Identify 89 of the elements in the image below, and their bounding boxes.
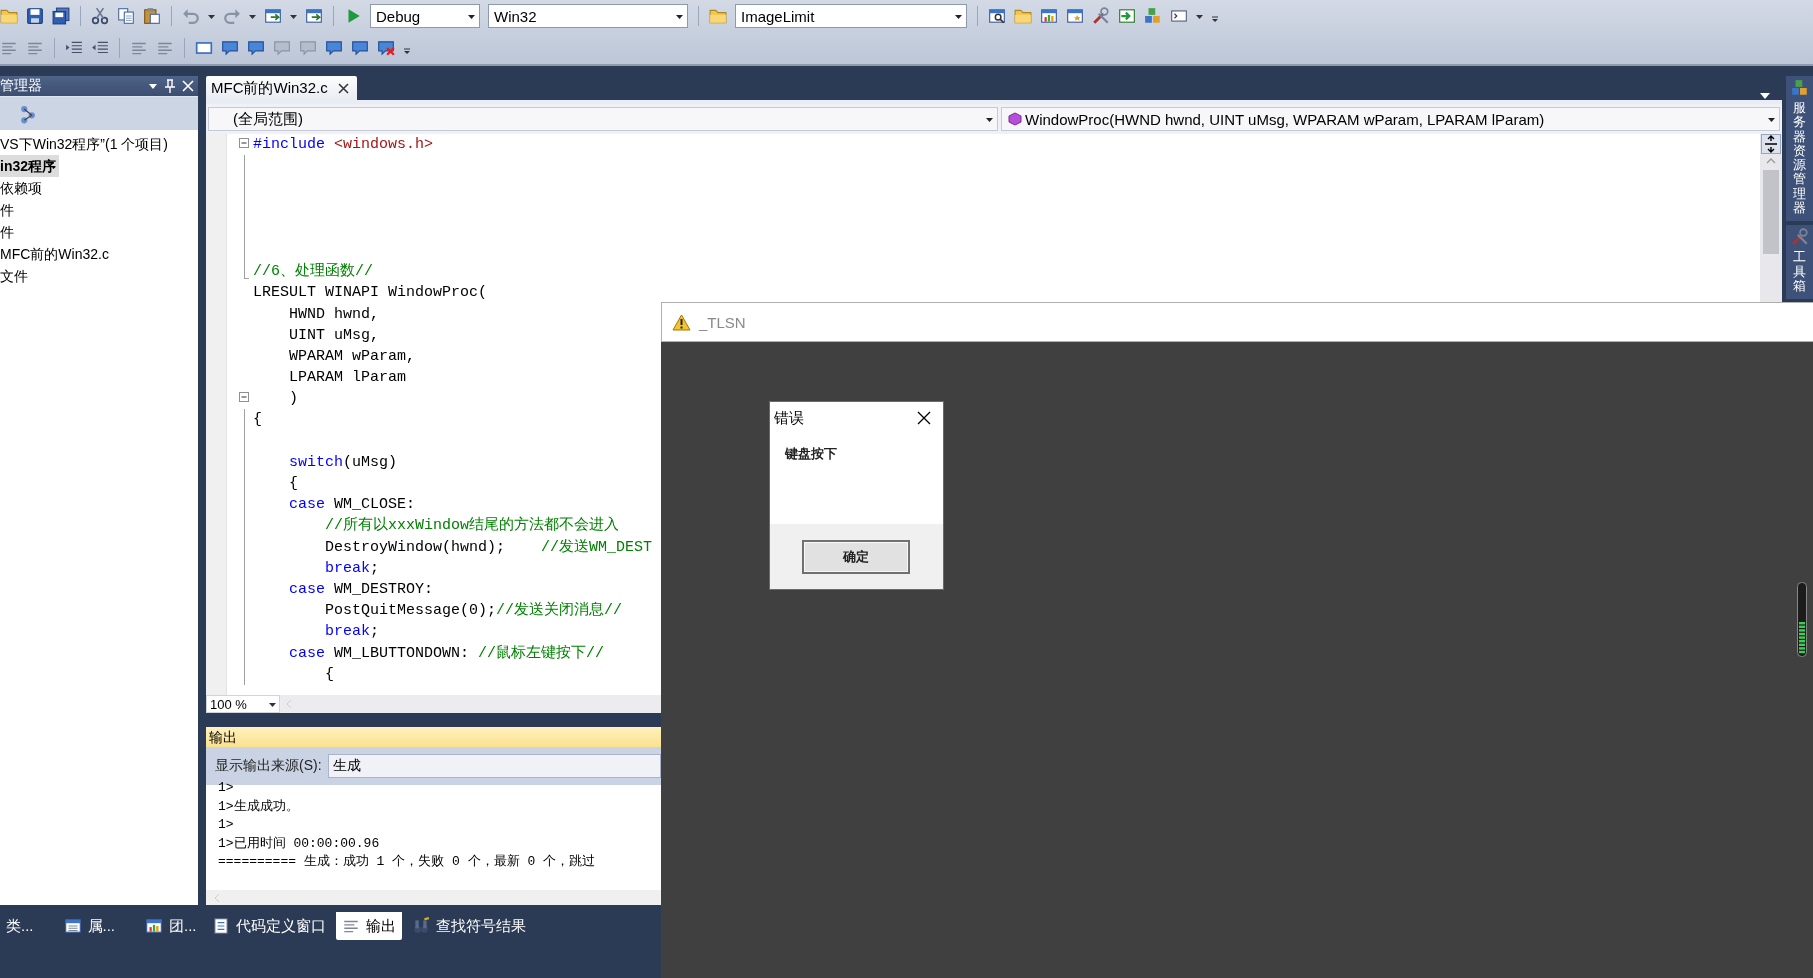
speech-bubble-icon[interactable] xyxy=(247,39,265,57)
tree-item[interactable]: VS下Win32程序”(1 个项目) xyxy=(0,133,172,155)
panel-tab[interactable]: 团... xyxy=(139,912,203,940)
blocks-icon[interactable] xyxy=(1144,7,1162,25)
copy-icon[interactable] xyxy=(117,7,135,25)
method-icon xyxy=(1008,112,1022,126)
panel-tab[interactable]: 类... xyxy=(0,912,40,940)
collapse-icon[interactable] xyxy=(239,392,249,403)
code-line: case WM_LBUTTONDOWN: //鼠标左键按下// xyxy=(288,643,605,664)
magnifier-icon[interactable] xyxy=(988,7,1006,25)
close-icon[interactable] xyxy=(337,82,349,94)
blocks-icon[interactable] xyxy=(1790,79,1809,97)
dialog-title: 错误 xyxy=(774,408,804,428)
grid-window-icon[interactable] xyxy=(63,917,82,935)
level-meter-icon xyxy=(1797,582,1807,657)
cut-icon[interactable] xyxy=(91,7,109,25)
panel-tab[interactable]: 查找符号结果 xyxy=(406,912,532,940)
output-line: ========== 生成：成功 1 个，失败 0 个，最新 0 个，跳过 xyxy=(218,853,596,871)
source-dropdown[interactable]: 生成 xyxy=(327,754,661,778)
panel-title: 输出 xyxy=(209,728,237,747)
speech-bubble-icon[interactable] xyxy=(351,39,369,57)
code-line: case WM_DESTROY: xyxy=(288,579,434,600)
tree-item[interactable]: 文件 xyxy=(0,265,31,287)
scope-dropdown[interactable]: (全局范围) xyxy=(208,107,998,131)
code-line: HWND hwnd, xyxy=(288,304,380,325)
network-icon[interactable] xyxy=(18,103,38,124)
panel-tab[interactable]: 属... xyxy=(57,912,122,940)
ok-button[interactable]: 确定 xyxy=(801,539,910,574)
side-tab[interactable]: 工具箱 xyxy=(1786,225,1813,300)
binoculars-icon[interactable] xyxy=(412,917,430,935)
output-line: 1> xyxy=(218,779,234,797)
code-line: UINT uMsg, xyxy=(288,325,380,346)
code-line: LPARAM lParam xyxy=(288,368,407,389)
code-line: { xyxy=(288,474,298,494)
configuration-dropdown[interactable]: Debug xyxy=(370,4,480,28)
output-line: 1>生成成功。 xyxy=(218,797,299,816)
save-icon[interactable] xyxy=(26,7,44,25)
window-title: _TLSN xyxy=(699,313,746,331)
code-line: DestroyWindow(hwnd); //发送WM_DEST xyxy=(324,537,653,558)
code-line: switch(uMsg) xyxy=(288,452,398,473)
code-line: //6、处理函数// xyxy=(253,261,373,283)
code-line: case WM_CLOSE: xyxy=(288,495,416,516)
tree-item[interactable]: 件 xyxy=(0,221,17,243)
panel-tab[interactable]: 代码定义窗口 xyxy=(206,912,332,940)
paste-icon[interactable] xyxy=(143,7,161,25)
tree-item[interactable]: 件 xyxy=(0,199,17,221)
code-line: { xyxy=(253,410,262,431)
warning-icon xyxy=(672,313,691,331)
splitter-icon[interactable] xyxy=(1761,134,1781,154)
code-line: PostQuitMessage(0);//发送关闭消息// xyxy=(324,600,623,622)
output-line: 1> xyxy=(218,816,234,834)
code-line: break; xyxy=(324,558,380,579)
frame-icon[interactable] xyxy=(195,39,213,57)
code-line: LRESULT WINAPI WindowProc( xyxy=(253,283,488,304)
pin-icon[interactable] xyxy=(164,79,176,93)
close-icon[interactable] xyxy=(917,411,931,425)
code-line: break; xyxy=(324,622,380,643)
code-line: //所有以xxxWindow结尾的方法都不会进入 xyxy=(324,515,620,537)
platform-dropdown[interactable]: Win32 xyxy=(488,4,688,28)
tree-item[interactable]: in32程序 xyxy=(0,155,59,177)
dialog-message: 键盘按下 xyxy=(785,446,837,461)
save-all-icon[interactable] xyxy=(52,7,70,25)
zoom-dropdown[interactable]: 100 % xyxy=(206,695,280,713)
document-icon[interactable] xyxy=(212,917,230,935)
tree-item[interactable]: MFC前的Win32.c xyxy=(0,243,112,265)
speech-bubble-icon[interactable] xyxy=(377,39,395,57)
console-icon[interactable] xyxy=(1170,7,1188,25)
code-line: { xyxy=(324,664,334,685)
member-dropdown[interactable]: WindowProc(HWND hwnd, UINT uMsg, WPARAM wParam, LPARAM lParam) xyxy=(1001,107,1780,131)
tools-icon[interactable] xyxy=(1092,7,1110,25)
source-label: 显示输出来源(S): xyxy=(215,757,322,775)
speech-bubble-icon[interactable] xyxy=(325,39,343,57)
panel-tab[interactable]: 输出 xyxy=(336,912,402,940)
tree-item[interactable]: 依赖项 xyxy=(0,177,45,199)
code-line: WPARAM wParam, xyxy=(288,346,416,367)
output-line: 1>已用时间 00:00:00.96 xyxy=(218,834,380,853)
startup-item-dropdown[interactable]: ImageLimit xyxy=(735,4,967,28)
collapse-icon[interactable] xyxy=(239,138,249,148)
dropdown-icon[interactable] xyxy=(148,81,158,91)
document-tab[interactable]: MFC前的Win32.c xyxy=(206,76,357,100)
code-line: ) xyxy=(288,389,298,410)
chart-icon[interactable] xyxy=(145,917,164,935)
speech-bubble-icon[interactable] xyxy=(221,39,239,57)
chart-icon[interactable] xyxy=(1040,7,1058,25)
scrollbar-thumb[interactable] xyxy=(1763,170,1779,254)
window-icon[interactable] xyxy=(1066,7,1084,25)
code-line: #include <windows.h> xyxy=(253,135,434,155)
side-tab[interactable]: 服务器资源管理器 xyxy=(1786,76,1813,222)
panel-title: 管理器 xyxy=(0,77,43,95)
